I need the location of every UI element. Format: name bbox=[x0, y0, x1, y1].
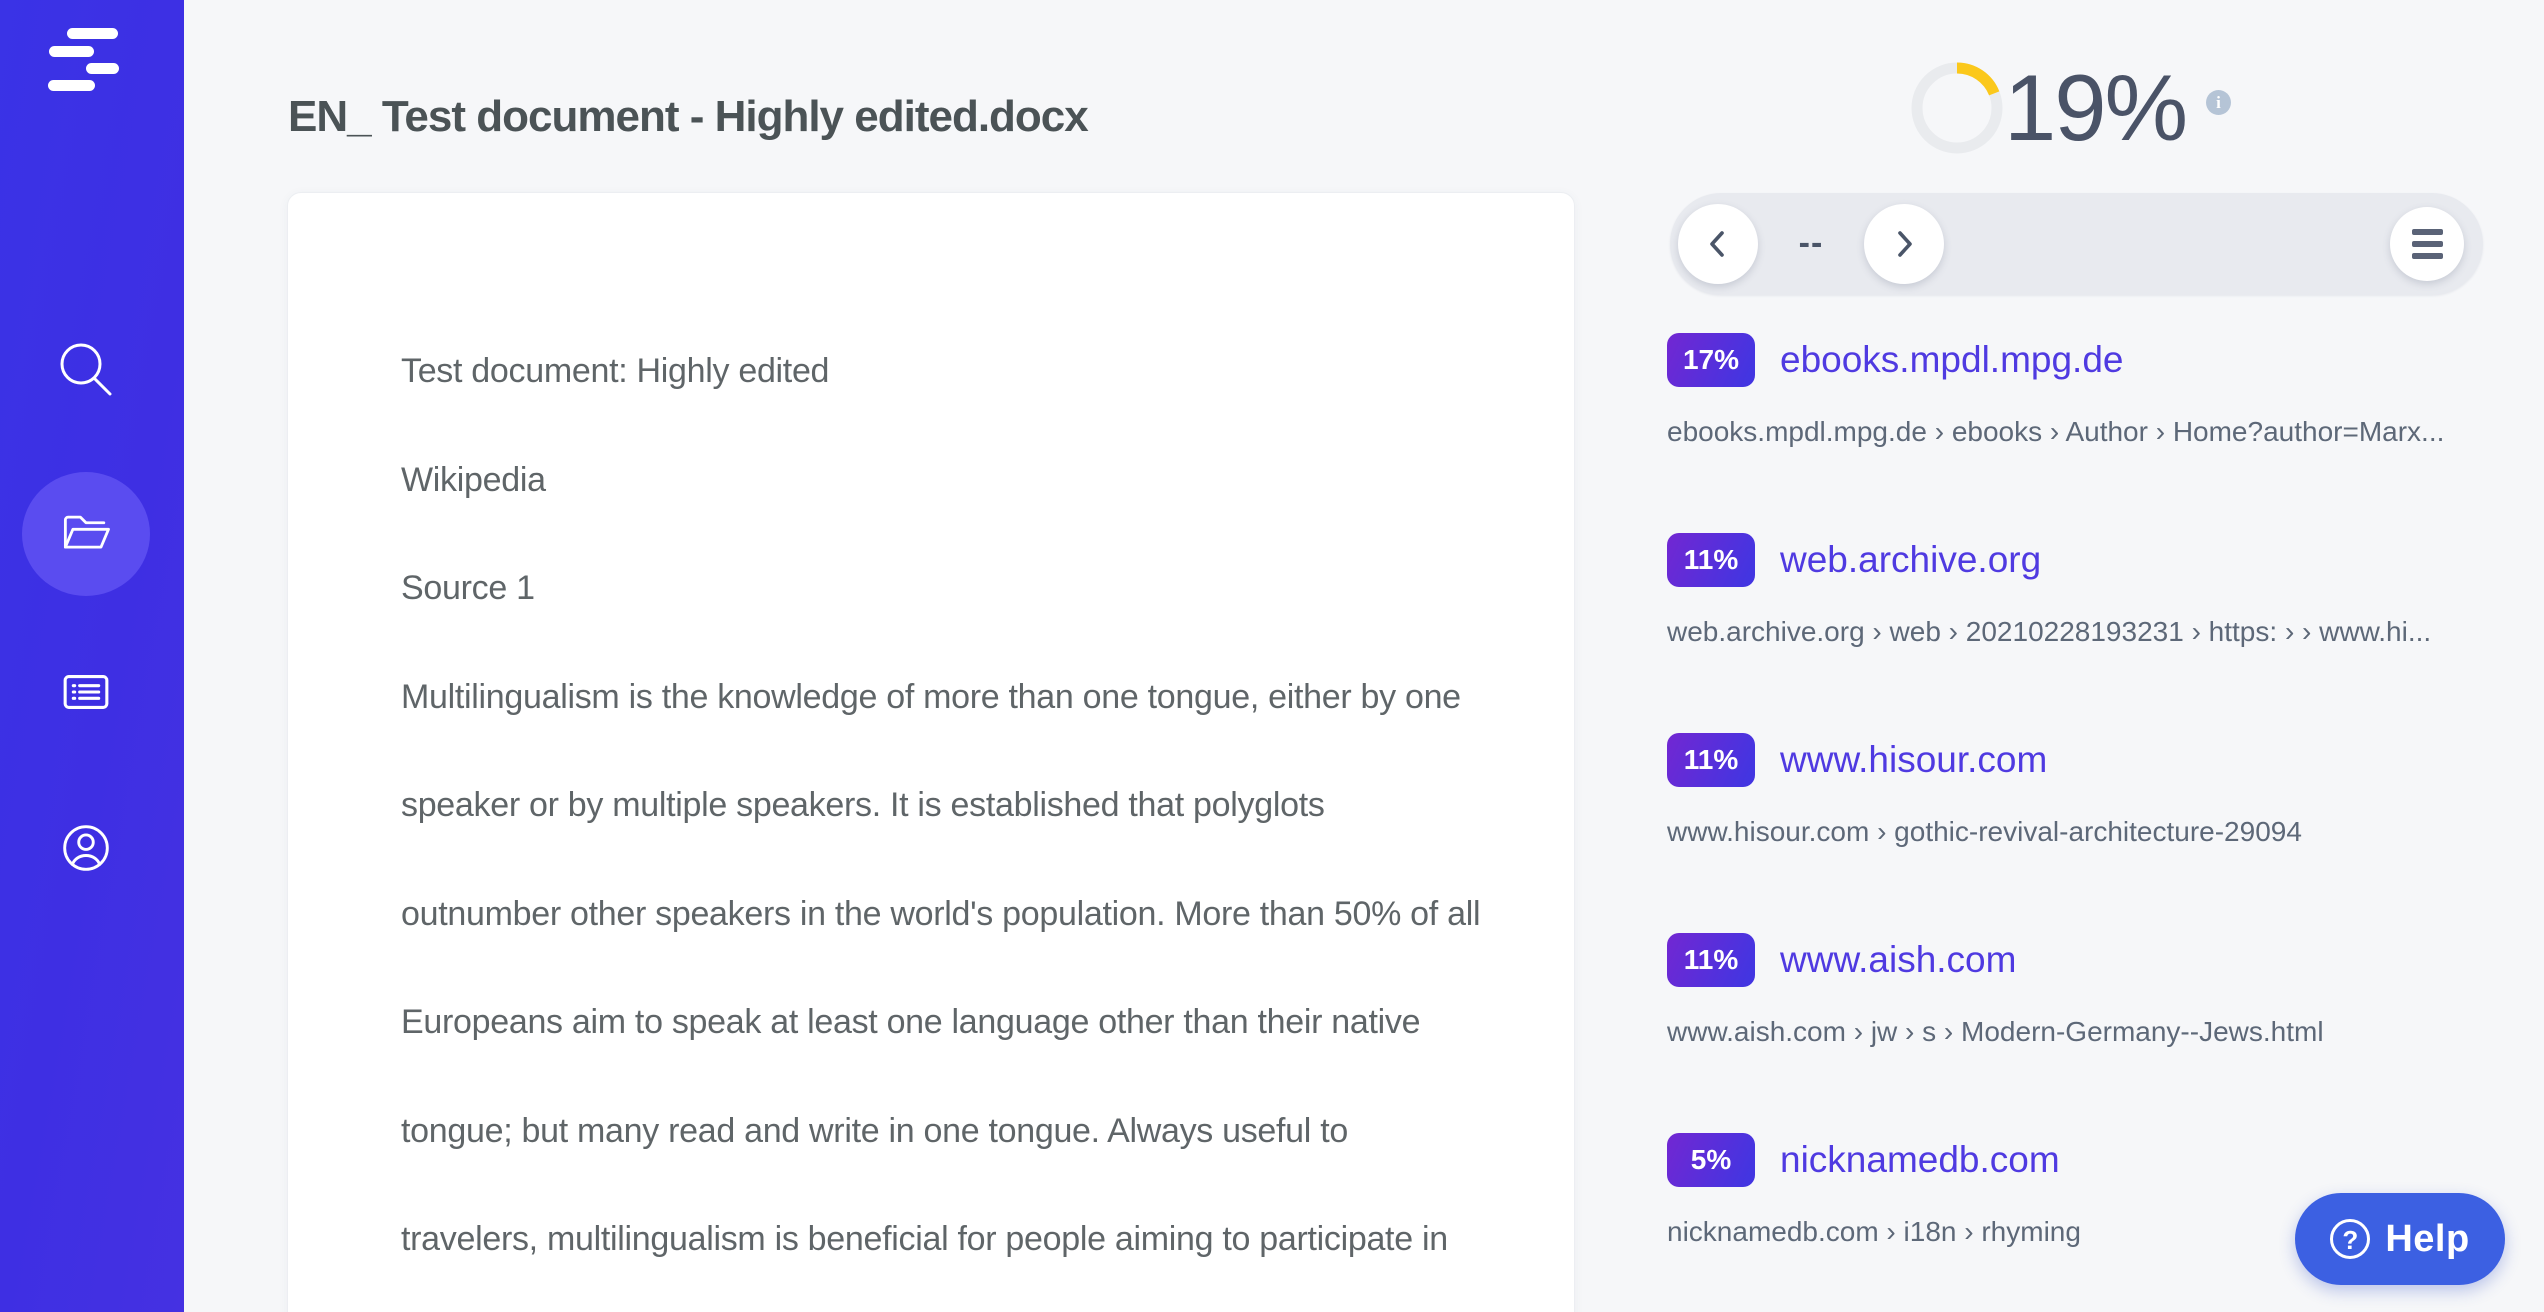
source-percent-badge: 17% bbox=[1667, 333, 1755, 387]
source-item: 11% www.hisour.com www.hisour.com › goth… bbox=[1667, 733, 2527, 903]
source-item: 17% ebooks.mpdl.mpg.de ebooks.mpdl.mpg.d… bbox=[1667, 333, 2527, 503]
source-percent-badge: 11% bbox=[1667, 533, 1755, 587]
source-item: 11% www.aish.com www.aish.com › jw › s ›… bbox=[1667, 933, 2527, 1103]
logo-bar bbox=[86, 63, 119, 74]
profile-icon bbox=[55, 817, 117, 879]
results-menu-button[interactable] bbox=[2390, 207, 2464, 281]
document-preview[interactable]: Test document: Highly edited Wikipedia S… bbox=[287, 192, 1575, 1312]
match-counter: -- bbox=[1774, 193, 1848, 295]
source-breadcrumb: www.aish.com › jw › s › Modern-Germany--… bbox=[1667, 1016, 2527, 1048]
document-line: Source 1 bbox=[401, 534, 1481, 643]
source-breadcrumb: www.hisour.com › gothic-revival-architec… bbox=[1667, 816, 2527, 848]
document-line: speaker or by multiple speakers. It is e… bbox=[401, 751, 1481, 860]
sidebar-item-reports[interactable] bbox=[22, 630, 150, 754]
hamburger-icon bbox=[2412, 229, 2443, 259]
help-label: Help bbox=[2385, 1218, 2469, 1261]
sidebar-item-folders[interactable] bbox=[22, 472, 150, 596]
logo-bar bbox=[67, 28, 118, 39]
similarity-percent: 19% bbox=[2004, 52, 2186, 164]
question-icon: ? bbox=[2330, 1219, 2370, 1259]
source-percent-badge: 11% bbox=[1667, 933, 1755, 987]
search-icon bbox=[54, 338, 118, 402]
source-percent-badge: 11% bbox=[1667, 733, 1755, 787]
info-icon[interactable]: i bbox=[2206, 90, 2231, 115]
next-source-button[interactable] bbox=[1864, 204, 1944, 284]
chevron-right-icon bbox=[1889, 226, 1919, 262]
source-percent-badge: 5% bbox=[1667, 1133, 1755, 1187]
page-title: EN_ Test document - Highly edited.docx bbox=[288, 92, 1388, 142]
report-list-icon bbox=[57, 663, 115, 721]
source-link[interactable]: www.aish.com bbox=[1780, 939, 2016, 981]
app-window: EN_ Test document - Highly edited.docx 1… bbox=[0, 0, 2544, 1312]
similarity-ring bbox=[1911, 62, 2003, 154]
folder-icon bbox=[56, 504, 116, 564]
document-text: Test document: Highly edited Wikipedia S… bbox=[401, 317, 1481, 1294]
source-link[interactable]: web.archive.org bbox=[1780, 539, 2041, 581]
document-line: outnumber other speakers in the world's … bbox=[401, 860, 1481, 969]
source-breadcrumb: web.archive.org › web › 20210228193231 ›… bbox=[1667, 616, 2527, 648]
sidebar-item-profile[interactable] bbox=[22, 786, 150, 910]
help-button[interactable]: ? Help bbox=[2295, 1193, 2505, 1285]
document-line: Multilingualism is the knowledge of more… bbox=[401, 643, 1481, 752]
sidebar-item-search[interactable] bbox=[22, 308, 150, 432]
sidebar bbox=[0, 0, 184, 1312]
results-nav: -- bbox=[1670, 193, 2483, 295]
chevron-left-icon bbox=[1703, 226, 1733, 262]
document-line: travelers, multilingualism is beneficial… bbox=[401, 1185, 1481, 1294]
source-link[interactable]: ebooks.mpdl.mpg.de bbox=[1780, 339, 2123, 381]
document-line: Test document: Highly edited bbox=[401, 317, 1481, 426]
logo-bar bbox=[49, 46, 94, 57]
source-item: 11% web.archive.org web.archive.org › we… bbox=[1667, 533, 2527, 703]
prev-source-button[interactable] bbox=[1678, 204, 1758, 284]
source-link[interactable]: nicknamedb.com bbox=[1780, 1139, 2060, 1181]
logo-bar bbox=[48, 80, 95, 91]
document-line: Europeans aim to speak at least one lang… bbox=[401, 968, 1481, 1077]
document-line: tongue; but many read and write in one t… bbox=[401, 1077, 1481, 1186]
document-line: Wikipedia bbox=[401, 426, 1481, 535]
source-link[interactable]: www.hisour.com bbox=[1780, 739, 2047, 781]
source-breadcrumb: ebooks.mpdl.mpg.de › ebooks › Author › H… bbox=[1667, 416, 2527, 448]
